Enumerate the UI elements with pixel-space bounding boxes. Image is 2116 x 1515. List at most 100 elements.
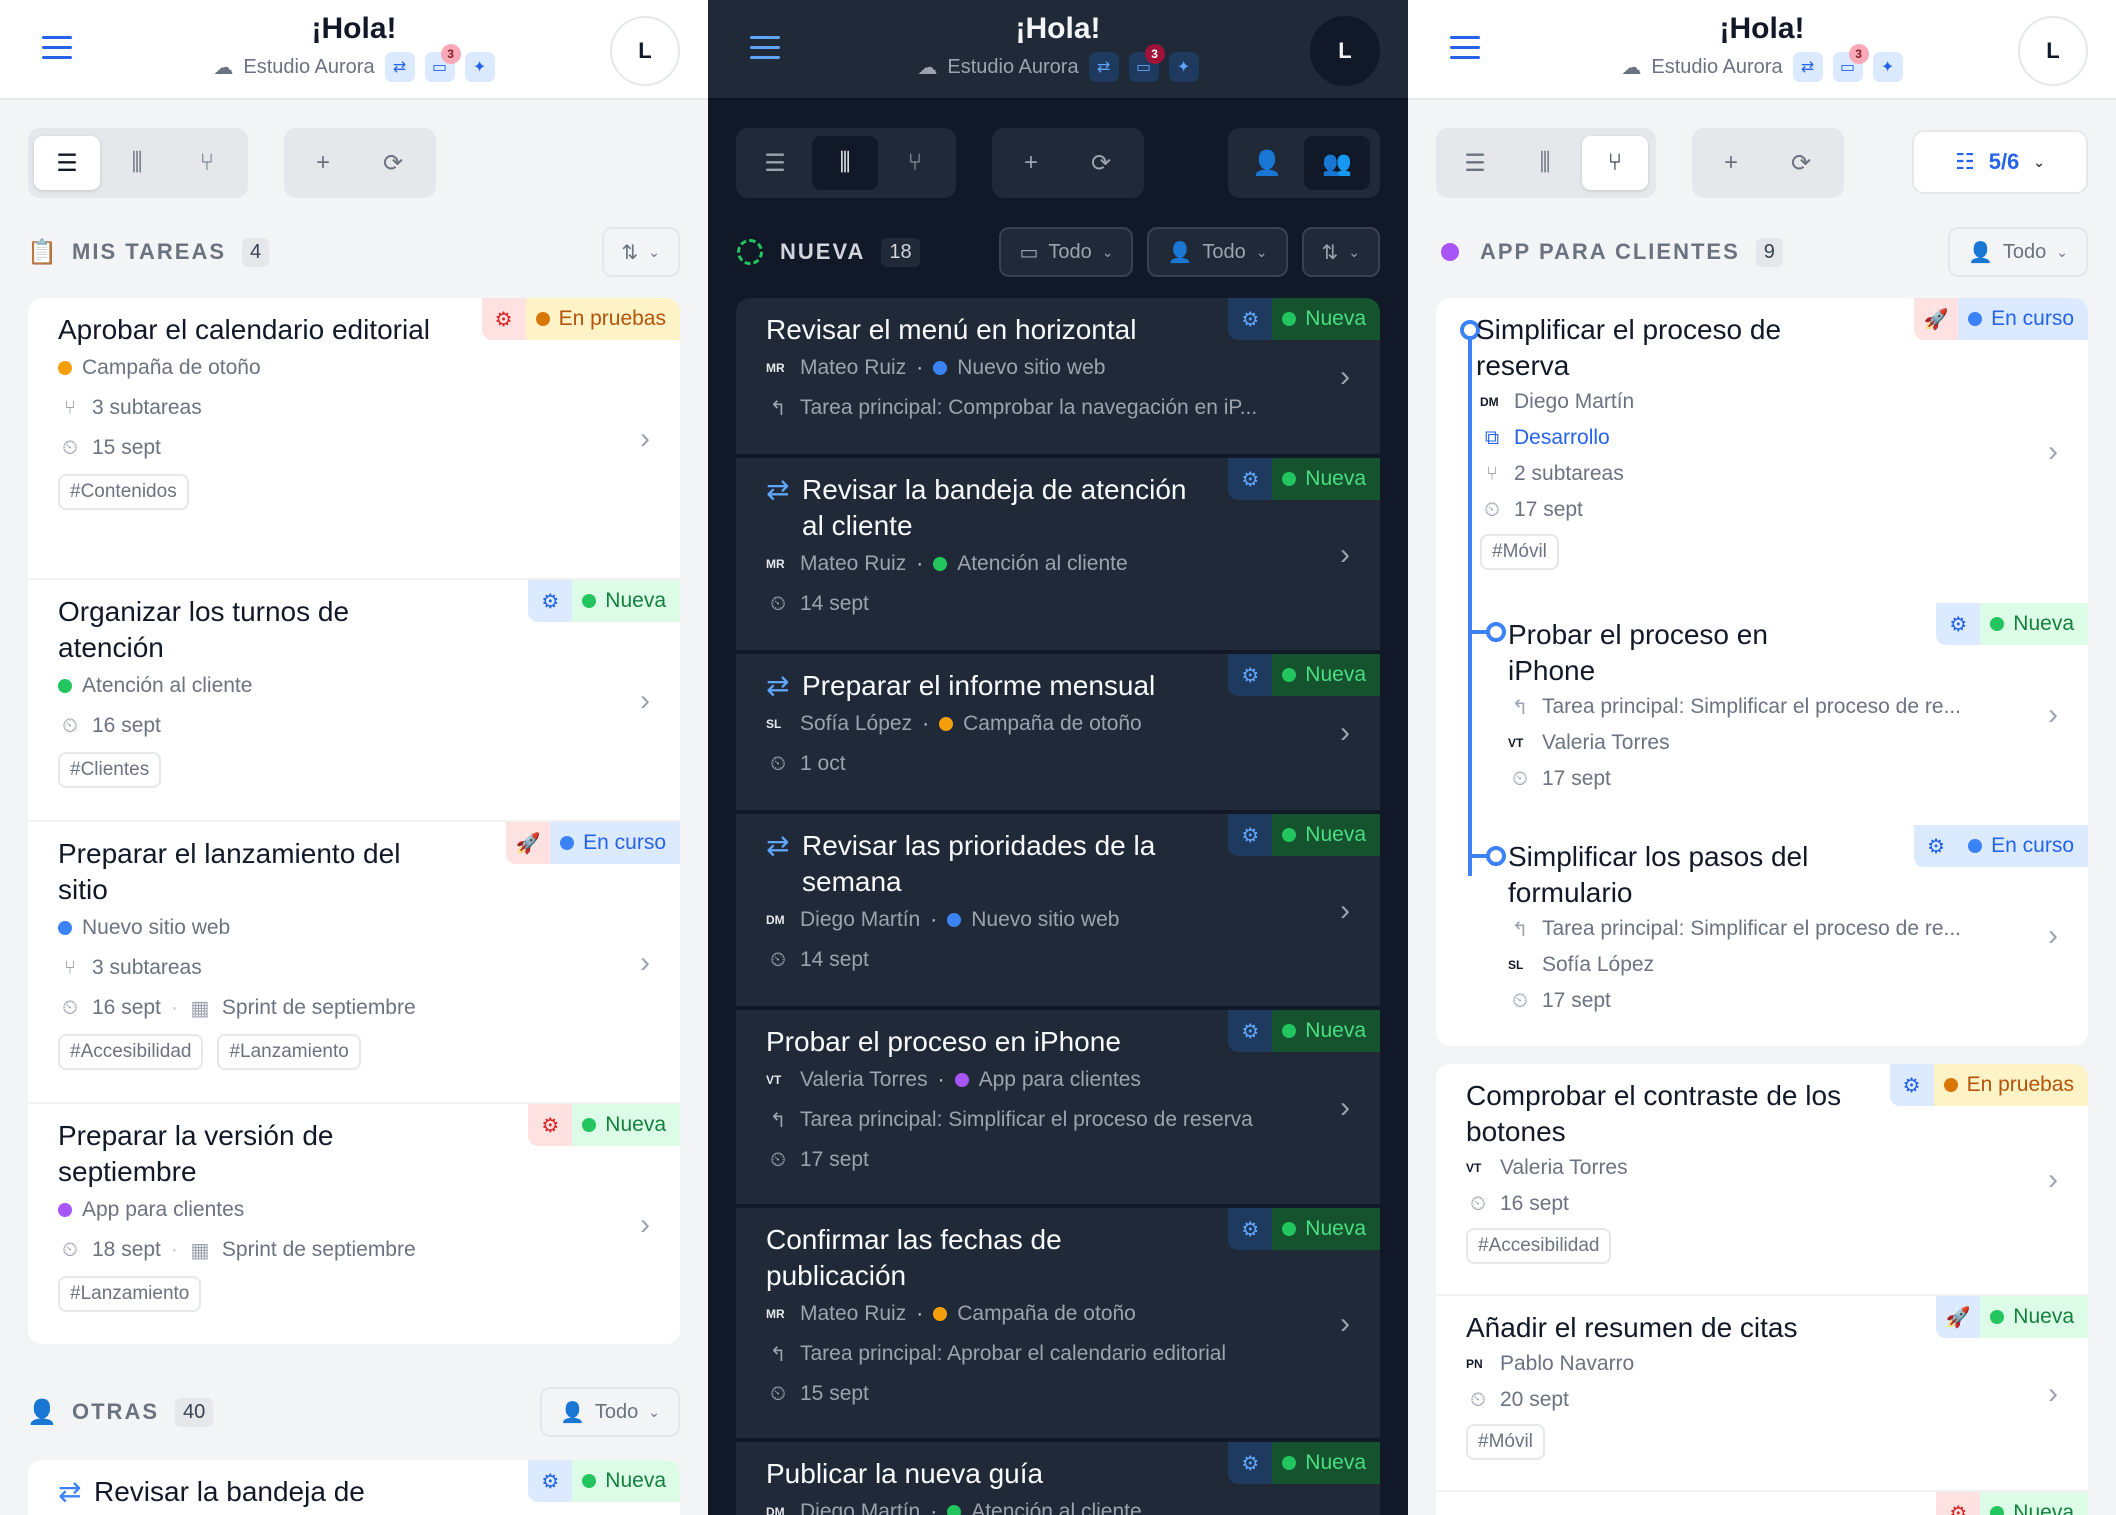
status-badge[interactable]: ⚙ Nueva bbox=[1228, 298, 1380, 340]
task-row[interactable]: 🚀 Nueva Añadir el resumen de citas PN Pabl… bbox=[1436, 1296, 2088, 1492]
chevron-right-icon[interactable]: › bbox=[640, 946, 650, 980]
board-view-icon[interactable]: ⫼ bbox=[1512, 136, 1578, 190]
status-badge[interactable]: ⚙ Nueva bbox=[1228, 1442, 1380, 1484]
task-row[interactable]: ⚙ En pruebas Comprobar el contraste de lo… bbox=[1436, 1064, 2088, 1296]
comments-icon[interactable]: ▭ 3 bbox=[424, 44, 461, 82]
project-filter[interactable]: ▭ Todo ⌄ bbox=[999, 227, 1134, 277]
chevron-right-icon[interactable]: › bbox=[2048, 435, 2058, 469]
chevron-right-icon[interactable]: › bbox=[2048, 698, 2058, 732]
chevron-right-icon[interactable]: › bbox=[1340, 894, 1350, 928]
assignee-filter[interactable]: 👤 Todo ⌄ bbox=[539, 1387, 680, 1437]
sparkle-icon[interactable]: ✦ bbox=[1168, 52, 1199, 82]
group-users-icon[interactable]: 👥 bbox=[1304, 136, 1370, 190]
workspace-name[interactable]: Estudio Aurora bbox=[947, 56, 1078, 79]
task-row[interactable]: ⚙ Nueva Confirmar las fechas de publicaci… bbox=[736, 1208, 1380, 1442]
chevron-right-icon[interactable]: › bbox=[640, 422, 650, 456]
status-badge[interactable]: ⚙ Nueva bbox=[1228, 1208, 1380, 1250]
chevron-right-icon[interactable]: › bbox=[2048, 1163, 2058, 1197]
status-badge[interactable]: ⚙ Nueva bbox=[1936, 1492, 2088, 1515]
task-title: Probar el proceso en iPhone bbox=[1508, 619, 1768, 686]
tag-chip[interactable]: #Móvil bbox=[1466, 1424, 1545, 1460]
tree-view-icon[interactable]: ⑂ bbox=[882, 136, 948, 190]
tag-chip[interactable]: #Clientes bbox=[58, 752, 162, 788]
board-view-icon[interactable]: ⫼ bbox=[812, 136, 878, 190]
single-user-icon[interactable]: 👤 bbox=[1234, 136, 1300, 190]
task-row[interactable]: 🚀 En curso Preparar el lanzamiento del si… bbox=[28, 822, 680, 1104]
status-badge[interactable]: ⚙ Nueva bbox=[528, 580, 680, 622]
status-badge[interactable]: ⚙ Nueva bbox=[528, 1460, 680, 1502]
chevron-right-icon[interactable]: › bbox=[1340, 538, 1350, 572]
assignee-filter[interactable]: 👤 Todo ⌄ bbox=[1947, 227, 2088, 277]
switch-icon[interactable]: ⇄ bbox=[1088, 52, 1119, 82]
status-badge[interactable]: ⚙ Nueva bbox=[1228, 654, 1380, 696]
chevron-right-icon[interactable]: › bbox=[1340, 716, 1350, 750]
list-view-icon[interactable]: ☰ bbox=[1442, 136, 1508, 190]
task-row[interactable]: ⚙ En curso Simplificar los pasos del form… bbox=[1436, 825, 2088, 1045]
comments-icon[interactable]: ▭ 3 bbox=[1832, 44, 1869, 82]
filters-button[interactable]: ☷ 5/6 ⌄ bbox=[1912, 130, 2088, 194]
avatar[interactable]: L bbox=[2018, 16, 2088, 86]
task-row[interactable]: ⚙ Nueva Publicar la nueva guía DM Diego Ma… bbox=[736, 1442, 1380, 1515]
task-row[interactable]: ⚙ Nueva ⇄Revisar la bandeja de atención a… bbox=[736, 458, 1380, 654]
task-stage[interactable]: ⧉ Desarrollo bbox=[1466, 420, 2068, 456]
status-badge[interactable]: ⚙ En curso bbox=[1914, 825, 2088, 867]
tag-chip[interactable]: #Móvil bbox=[1480, 534, 1559, 570]
task-row[interactable]: ⚙ Nueva ⇄ Preparar el informe mensual SL So… bbox=[736, 654, 1380, 814]
tag-chip[interactable]: #Lanzamiento bbox=[58, 1276, 202, 1312]
status-badge[interactable]: ⚙ Nueva bbox=[1228, 458, 1380, 500]
tree-view-icon[interactable]: ⑂ bbox=[1582, 136, 1648, 190]
task-row[interactable]: ⚙ Nueva Probar el proceso en iPhone ↰ Tare… bbox=[1436, 603, 2088, 825]
chevron-right-icon[interactable]: › bbox=[2048, 1377, 2058, 1411]
task-row[interactable]: ⚙ Nueva ⇄ Revisar las prioridades de la se… bbox=[736, 814, 1380, 1010]
task-row[interactable]: 🚀 En curso Simplificar el proceso de rese… bbox=[1436, 298, 2088, 603]
status-badge[interactable]: ⚙ En pruebas bbox=[481, 298, 680, 340]
status-badge[interactable]: ⚙ Nueva bbox=[1228, 1010, 1380, 1052]
chevron-right-icon[interactable]: › bbox=[640, 684, 650, 718]
status-badge[interactable]: ⚙ Nueva bbox=[528, 1104, 680, 1146]
task-row[interactable]: ⚙ En pruebas Aprobar el calendario editor… bbox=[28, 298, 680, 580]
task-row[interactable]: ⚙ Nueva bbox=[1436, 1492, 2088, 1515]
status-badge[interactable]: 🚀 En curso bbox=[506, 822, 680, 864]
status-badge[interactable]: ⚙ Nueva bbox=[1936, 603, 2088, 645]
comments-icon[interactable]: ▭ 3 bbox=[1128, 44, 1165, 82]
task-row[interactable]: ⚙ Nueva Organizar los turnos de atención … bbox=[28, 580, 680, 822]
chevron-right-icon[interactable]: › bbox=[1340, 360, 1350, 394]
workspace-name[interactable]: Estudio Aurora bbox=[1651, 56, 1782, 79]
status-badge[interactable]: 🚀 En curso bbox=[1914, 298, 2088, 340]
board-view-icon[interactable]: ⫼ bbox=[104, 136, 170, 190]
status-badge[interactable]: ⚙ En pruebas bbox=[1889, 1064, 2088, 1106]
chevron-right-icon[interactable]: › bbox=[1340, 1091, 1350, 1125]
tag-chip[interactable]: #Accesibilidad bbox=[58, 1034, 204, 1070]
sparkle-icon[interactable]: ✦ bbox=[464, 52, 495, 82]
tag-chip[interactable]: #Accesibilidad bbox=[1466, 1228, 1612, 1264]
avatar[interactable]: L bbox=[610, 16, 680, 86]
chevron-right-icon[interactable]: › bbox=[1340, 1307, 1350, 1341]
chevron-right-icon[interactable]: › bbox=[2048, 919, 2058, 953]
sort-button[interactable]: ⇅ ⌄ bbox=[601, 227, 680, 277]
task-row[interactable]: ⚙ Nueva ⇄Revisar la bandeja de atención a… bbox=[28, 1460, 680, 1515]
chevron-right-icon[interactable]: › bbox=[640, 1208, 650, 1242]
refresh-icon[interactable]: ⟳ bbox=[1068, 136, 1134, 190]
workspace-name[interactable]: Estudio Aurora bbox=[243, 56, 374, 79]
task-row[interactable]: ⚙ Nueva Probar el proceso en iPhone VT Val… bbox=[736, 1010, 1380, 1208]
status-badge[interactable]: ⚙ Nueva bbox=[1228, 814, 1380, 856]
tree-view-icon[interactable]: ⑂ bbox=[174, 136, 240, 190]
sparkle-icon[interactable]: ✦ bbox=[1872, 52, 1903, 82]
add-icon[interactable]: + bbox=[998, 136, 1064, 190]
switch-icon[interactable]: ⇄ bbox=[1792, 52, 1823, 82]
tag-chip[interactable]: #Lanzamiento bbox=[217, 1034, 361, 1070]
list-view-icon[interactable]: ☰ bbox=[34, 136, 100, 190]
add-icon[interactable]: + bbox=[1698, 136, 1764, 190]
assignee-filter[interactable]: 👤 Todo ⌄ bbox=[1147, 227, 1288, 277]
refresh-icon[interactable]: ⟳ bbox=[360, 136, 426, 190]
task-row[interactable]: ⚙ Nueva Revisar el menú en horizontal MR M… bbox=[736, 298, 1380, 458]
switch-icon[interactable]: ⇄ bbox=[384, 52, 415, 82]
tag-chip[interactable]: #Contenidos bbox=[58, 474, 189, 510]
add-icon[interactable]: + bbox=[290, 136, 356, 190]
refresh-icon[interactable]: ⟳ bbox=[1768, 136, 1834, 190]
avatar[interactable]: L bbox=[1310, 16, 1380, 86]
status-badge[interactable]: 🚀 Nueva bbox=[1936, 1296, 2088, 1338]
list-view-icon[interactable]: ☰ bbox=[742, 136, 808, 190]
task-row[interactable]: ⚙ Nueva Preparar la versión de septiembre… bbox=[28, 1104, 680, 1344]
sort-button[interactable]: ⇅ ⌄ bbox=[1301, 227, 1380, 277]
